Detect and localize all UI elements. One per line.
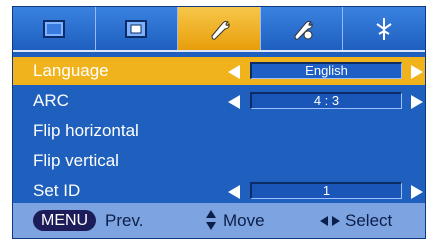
menu-item-label: Flip horizontal [33, 121, 139, 140]
left-arrow-icon[interactable] [228, 65, 240, 79]
osd-menu-panel: Language English ARC 4 : 3 Flip horizont… [12, 6, 426, 239]
menu-tab-bar [13, 7, 425, 52]
special-tool-icon [294, 20, 313, 40]
setup-tool-icon [211, 20, 230, 40]
right-arrow-icon[interactable] [411, 65, 423, 79]
tab-special[interactable] [260, 7, 344, 50]
left-right-arrows-icon [320, 216, 340, 226]
select-hint: Select [345, 211, 393, 230]
menu-key-badge: MENU [33, 210, 97, 231]
input-source-icon [376, 17, 392, 40]
menu-item-label: Flip vertical [33, 151, 119, 170]
language-value: English [250, 62, 402, 79]
prev-hint: Prev. [105, 211, 144, 230]
up-down-arrows-icon [206, 210, 216, 230]
tab-screen[interactable] [95, 7, 179, 50]
menu-item-label: ARC [33, 91, 69, 110]
tab-input[interactable] [343, 7, 425, 50]
screen-icon [125, 19, 148, 38]
menu-item-flip-horizontal[interactable]: Flip horizontal [13, 117, 425, 145]
right-arrow-icon[interactable] [411, 95, 423, 109]
menu-item-language[interactable]: Language English [13, 57, 425, 85]
tab-picture[interactable] [13, 7, 96, 50]
menu-item-set-id[interactable]: Set ID 1 [13, 177, 425, 205]
set-id-value: 1 [250, 182, 402, 199]
arc-value: 4 : 3 [250, 92, 402, 109]
menu-item-label: Set ID [33, 181, 81, 200]
menu-item-arc[interactable]: ARC 4 : 3 [13, 87, 425, 115]
picture-icon [42, 19, 65, 38]
help-bar: MENU Prev. Move Select [13, 203, 425, 238]
left-arrow-icon[interactable] [228, 185, 240, 199]
menu-item-flip-vertical[interactable]: Flip vertical [13, 147, 425, 175]
tab-setup[interactable] [178, 7, 261, 50]
menu-list: Language English ARC 4 : 3 Flip horizont… [13, 57, 425, 207]
left-arrow-icon[interactable] [228, 95, 240, 109]
menu-item-label: Language [33, 61, 109, 80]
right-arrow-icon[interactable] [411, 185, 423, 199]
move-hint: Move [223, 211, 265, 230]
